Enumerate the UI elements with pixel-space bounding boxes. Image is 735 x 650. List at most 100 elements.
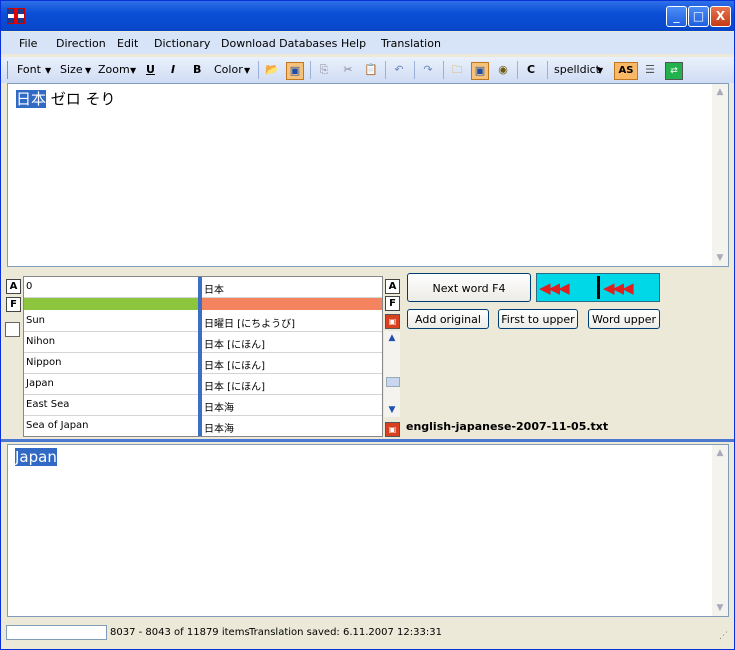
scroll-up-icon[interactable]: ▲ [713,85,727,99]
first-to-upper-button[interactable]: First to upper [498,309,578,329]
size-dropdown[interactable]: Size [60,63,83,76]
source-scrollbar[interactable]: ▲ ▼ [712,84,728,266]
font-dropdown-arrow-icon: ▼ [45,66,52,75]
target-highlight: Japan [15,448,57,466]
grid-scroll-up-icon[interactable]: ▲ [385,331,399,345]
splitter[interactable] [1,439,734,442]
app-icon [7,8,25,24]
word-upper-button[interactable]: Word upper [588,309,660,329]
open-folder-icon[interactable]: 📂 [264,62,280,78]
row-right: 日本海 [204,403,234,414]
toolbar-separator [443,61,444,79]
redo-icon[interactable]: ↷ [420,62,436,78]
table-row[interactable]: East Sea 日本海 [24,395,382,416]
dictionary-file-label: english-japanese-2007-11-05.txt [406,420,609,433]
row-right: 日本 [にほん] [204,361,265,372]
source-highlight: 日本 [16,90,47,108]
forward-arrows-icon[interactable]: ◀◀◀ [603,279,634,297]
flag-bottom-icon[interactable]: ▣ [385,422,400,437]
menu-translation[interactable]: Translation [381,37,441,50]
spelldict-dropdown[interactable]: spelldict [554,63,600,76]
save-icon[interactable]: ▣ [286,62,304,80]
spelldict-dropdown-arrow-icon: ▼ [597,66,604,75]
navigation-arrows[interactable]: ◀◀◀ ◀◀◀ [536,273,660,302]
green-bar [24,298,198,310]
a-right-button[interactable]: A [385,279,400,294]
paste-icon[interactable]: 📋 [363,62,379,78]
row-left: Sea of Japan [26,420,89,431]
flag-icon[interactable]: ▣ [385,314,400,329]
source-text-area[interactable]: 日本 ゼロ そり ▲ ▼ [7,83,729,267]
maximize-button[interactable]: □ [688,6,709,27]
orange-bar [202,298,382,310]
menu-file[interactable]: File [19,37,37,50]
grid-scroll-thumb[interactable] [386,377,400,387]
toolbar-separator [385,61,386,79]
header-left-cell: 0 [26,281,33,292]
scroll-down-icon[interactable]: ▼ [713,251,727,265]
table-row[interactable]: Sea of Japan 日本海 [24,416,382,437]
record-icon[interactable]: ◉ [495,62,511,78]
translation-saved-status: Translation saved: 6.11.2007 12:33:31 [249,627,442,638]
checkbox[interactable] [5,322,20,337]
minimize-button[interactable]: _ [666,6,687,27]
swap-icon[interactable]: ⇄ [665,62,683,80]
zoom-dropdown-arrow-icon: ▼ [130,66,137,75]
zoom-dropdown[interactable]: Zoom [98,63,130,76]
progress-bar [6,625,107,640]
source-rest: ゼロ そり [46,90,116,108]
target-scrollbar[interactable]: ▲ ▼ [712,445,728,616]
table-row[interactable]: Japan 日本 [にほん] [24,374,382,395]
row-left: Sun [26,315,46,326]
toolbar-separator [517,61,518,79]
table-row[interactable]: Nippon 日本 [にほん] [24,353,382,374]
toolbar-separator [414,61,415,79]
grid-column-divider [198,277,202,436]
menu-direction[interactable]: Direction [56,37,106,50]
font-dropdown[interactable]: Font [17,63,41,76]
row-right: 日本海 [204,424,234,435]
c-button[interactable]: C [527,63,535,76]
row-left: Nihon [26,336,56,347]
color-dropdown[interactable]: Color [214,63,243,76]
size-dropdown-arrow-icon: ▼ [85,66,92,75]
resize-grip-icon[interactable]: ⋰ [719,631,728,641]
cut-icon[interactable]: ✂ [340,62,356,78]
target-scroll-up-icon[interactable]: ▲ [713,446,727,460]
save-active-icon[interactable]: ▣ [471,62,489,80]
header-right-cell: 日本 [204,285,224,296]
f-right-button[interactable]: F [385,296,400,311]
menu-edit[interactable]: Edit [117,37,138,50]
next-word-button[interactable]: Next word F4 [407,273,531,302]
add-original-button[interactable]: Add original [407,309,489,329]
undo-icon[interactable]: ↶ [391,62,407,78]
toolbar: Font ▼ Size ▼ Zoom ▼ U I B Color ▼ 📂 ▣ ⎘… [1,57,734,83]
table-row[interactable]: Sun 日曜日 [にちようび] [24,311,382,332]
arrow-divider [597,276,600,299]
toolbar-grip [7,61,8,79]
status-bar: 8037 - 8043 of 11879 items Translation s… [1,621,734,649]
a-left-button[interactable]: A [6,279,21,294]
menu-download-databases[interactable]: Download Databases [221,37,337,50]
f-left-button[interactable]: F [6,297,21,312]
italic-button[interactable]: I [171,63,175,76]
target-text-area[interactable]: Japan ▲ ▼ [7,444,729,617]
menu-dictionary[interactable]: Dictionary [154,37,210,50]
menu-help[interactable]: Help [341,37,366,50]
back-arrows-icon[interactable]: ◀◀◀ [539,279,570,297]
title-bar: _ □ X [1,1,734,31]
bold-button[interactable]: B [193,63,201,76]
toolbar-separator [547,61,548,79]
target-scroll-down-icon[interactable]: ▼ [713,601,727,615]
table-row[interactable]: Nihon 日本 [にほん] [24,332,382,353]
close-button[interactable]: X [710,6,731,27]
folder-icon[interactable]: 🗀 [449,62,465,78]
copy-icon[interactable]: ⎘ [316,62,332,78]
underline-button[interactable]: U [146,63,155,76]
grid-scroll-down-icon[interactable]: ▼ [385,403,399,417]
as-button[interactable]: AS [614,62,638,80]
grid-scrollbar[interactable]: ▲ ▼ [384,331,400,417]
lines-icon[interactable]: ☰ [642,62,658,78]
grid-header-row[interactable]: 0 日本 [24,277,382,298]
row-right: 日曜日 [にちようび] [204,319,295,330]
